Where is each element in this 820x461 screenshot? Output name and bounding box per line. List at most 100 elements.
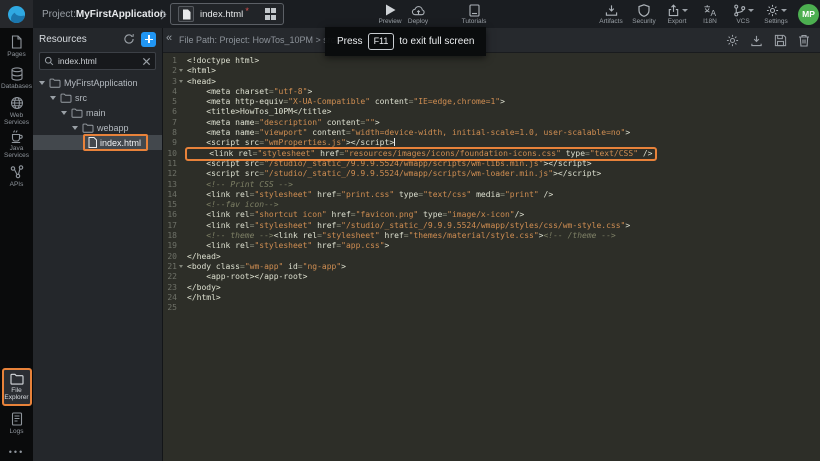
tree-item-label: main — [86, 108, 106, 118]
vcs-caret-icon — [748, 9, 754, 12]
left-sidebar: Pages Databases Web Services Java Serv — [0, 28, 33, 461]
tree-item-label: MyFirstApplication — [64, 78, 138, 88]
sidebar-item-file-explorer[interactable]: File Explorer — [2, 368, 32, 406]
code-line-22[interactable]: 22 <app-root></app-root> — [163, 272, 820, 282]
fold-caret-icon[interactable] — [179, 69, 183, 72]
search-input[interactable] — [58, 56, 138, 66]
code-line-23[interactable]: 23</body> — [163, 283, 820, 293]
collapse-panel-icon[interactable]: « — [166, 32, 172, 44]
delete-trash-icon[interactable] — [798, 34, 810, 47]
java-services-coffee-icon — [10, 129, 24, 143]
preview-button[interactable]: Preview — [376, 4, 404, 25]
code-line-18[interactable]: 18 <!-- theme --><link rel="stylesheet" … — [163, 231, 820, 241]
code-line-19[interactable]: 19 <link rel="stylesheet" href="app.css"… — [163, 241, 820, 251]
vcs-button[interactable]: VCS — [729, 4, 757, 25]
code-line-5[interactable]: 5 <meta http-equiv="X-UA-Compatible" con… — [163, 97, 820, 107]
settings-button[interactable]: Settings — [762, 4, 790, 25]
sidebar-item-apis[interactable]: APIs — [0, 162, 33, 191]
code-line-17[interactable]: 17 <link rel="stylesheet" href="/studio/… — [163, 221, 820, 231]
web-services-globe-icon — [10, 96, 24, 110]
topbar-right-actions: Artifacts Security Export — [597, 0, 819, 28]
expand-caret-icon[interactable] — [39, 81, 45, 85]
tree-item-label: index.html — [100, 138, 141, 148]
line-number: 20 — [163, 252, 177, 262]
project-name: MyFirstApplication — [76, 9, 166, 20]
tree-item-MyFirstApplication[interactable]: MyFirstApplication — [33, 75, 162, 90]
sidebar-item-java-services[interactable]: Java Services — [0, 129, 33, 159]
line-number: 4 — [163, 87, 177, 97]
code-line-11[interactable]: 11 <script src="/studio/_static_/9.9.9.5… — [163, 159, 820, 169]
tree-item-webapp[interactable]: webapp — [33, 120, 162, 135]
line-number: 12 — [163, 169, 177, 179]
code-line-15[interactable]: 15 <!--fav icon--> — [163, 200, 820, 210]
code-line-6[interactable]: 6 <title>HowTos_10PM</title> — [163, 107, 820, 117]
code-line-13[interactable]: 13 <!-- Print CSS --> — [163, 180, 820, 190]
expand-caret-icon[interactable] — [50, 96, 56, 100]
annotation-highlight-box: index.html — [83, 134, 148, 151]
line-number: 23 — [163, 283, 177, 293]
line-number: 10 — [163, 149, 177, 159]
code-line-16[interactable]: 16 <link rel="shortcut icon" href="favic… — [163, 210, 820, 220]
tree-item-label: webapp — [97, 123, 129, 133]
resources-panel: Resources MyFirstApplication src main webap… — [33, 28, 163, 461]
code-line-14[interactable]: 14 <link rel="stylesheet" href="print.cs… — [163, 190, 820, 200]
artifacts-button[interactable]: Artifacts — [597, 4, 625, 25]
resources-tree: MyFirstApplication src main webapp index.htm… — [33, 75, 162, 461]
grid-view-icon[interactable] — [265, 8, 277, 20]
fold-caret-icon[interactable] — [179, 265, 183, 268]
more-options-icon[interactable]: ••• — [9, 447, 24, 457]
svg-text:A: A — [710, 8, 716, 17]
tree-item-index.html[interactable]: index.html — [33, 135, 162, 150]
code-line-7[interactable]: 7 <meta name="description" content=""> — [163, 118, 820, 128]
i18n-translate-icon: A — [703, 4, 717, 17]
line-number: 17 — [163, 221, 177, 231]
pages-icon — [10, 35, 23, 49]
add-resource-button[interactable] — [141, 32, 156, 47]
code-line-1[interactable]: 1<!doctype html> — [163, 56, 820, 66]
logs-icon — [11, 412, 23, 426]
code-line-25[interactable]: 25 — [163, 303, 820, 313]
code-area[interactable]: 1<!doctype html>2<html>3<head>4 <meta ch… — [163, 53, 820, 461]
sidebar-item-databases[interactable]: Databases — [0, 64, 33, 93]
refresh-icon[interactable] — [123, 33, 135, 45]
sidebar-item-web-services[interactable]: Web Services — [0, 96, 33, 126]
code-line-2[interactable]: 2<html> — [163, 66, 820, 76]
code-editor: File Path: Project: HowTos_10PM > src/ma… — [163, 28, 820, 461]
line-number: 24 — [163, 293, 177, 303]
tree-item-main[interactable]: main — [33, 105, 162, 120]
security-button[interactable]: Security — [630, 4, 658, 25]
fold-caret-icon[interactable] — [179, 80, 183, 83]
sidebar-item-logs[interactable]: Logs — [0, 409, 33, 438]
tutorials-button[interactable]: Tutorials — [460, 4, 488, 25]
save-file-icon[interactable] — [774, 34, 787, 47]
expand-caret-icon[interactable] — [61, 111, 67, 115]
app-logo-button[interactable] — [0, 0, 33, 28]
expand-caret-icon[interactable] — [72, 126, 78, 130]
code-lines: 1<!doctype html>2<html>3<head>4 <meta ch… — [163, 56, 820, 313]
code-line-4[interactable]: 4 <meta charset="utf-8"> — [163, 87, 820, 97]
file-icon — [178, 6, 194, 22]
code-line-12[interactable]: 12 <script src="/studio/_static_/9.9.9.5… — [163, 169, 820, 179]
project-label: Project: — [42, 9, 76, 20]
sidebar-item-pages[interactable]: Pages — [0, 32, 33, 61]
code-line-24[interactable]: 24</html> — [163, 293, 820, 303]
vcs-branch-icon — [733, 4, 746, 17]
line-number: 16 — [163, 210, 177, 220]
code-line-10[interactable]: 10 <link rel="stylesheet" href="resource… — [163, 149, 820, 159]
i18n-button[interactable]: A I18N — [696, 4, 724, 25]
tree-item-src[interactable]: src — [33, 90, 162, 105]
download-file-icon[interactable] — [750, 34, 763, 47]
user-avatar[interactable]: MP — [798, 4, 819, 25]
deploy-cloud-icon — [411, 4, 426, 17]
editor-settings-gear-icon[interactable] — [726, 34, 739, 47]
code-line-21[interactable]: 21<body class="wm-app" id="ng-app"> — [163, 262, 820, 272]
tab-index-html[interactable]: index.html * — [170, 3, 284, 25]
code-line-20[interactable]: 20</head> — [163, 252, 820, 262]
deploy-button[interactable]: Deploy — [404, 4, 432, 25]
export-button[interactable]: Export — [663, 4, 691, 25]
code-line-3[interactable]: 3<head> — [163, 77, 820, 87]
clear-search-icon[interactable] — [142, 57, 151, 66]
settings-gear-icon — [766, 4, 779, 17]
code-line-8[interactable]: 8 <meta name="viewport" content="width=d… — [163, 128, 820, 138]
resources-title: Resources — [39, 34, 117, 45]
